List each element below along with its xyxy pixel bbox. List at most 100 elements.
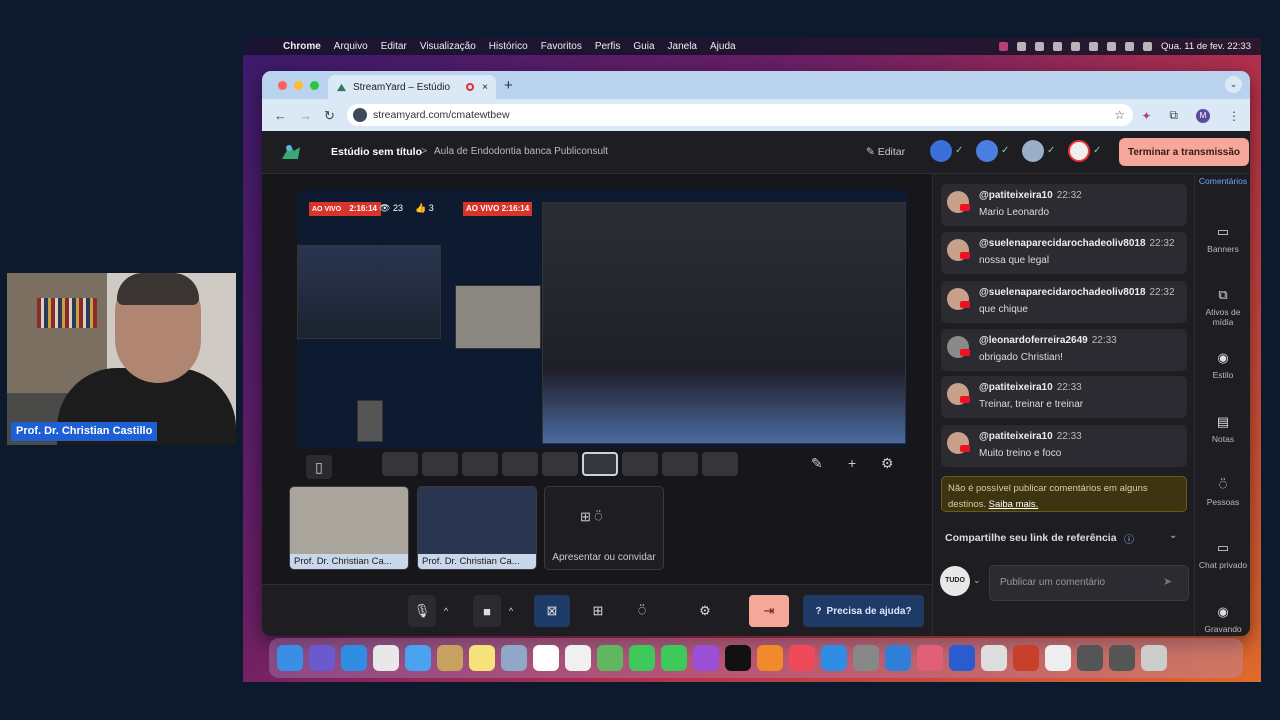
new-tab-button[interactable]: + <box>504 77 513 94</box>
rail-media-assets[interactable]: ⧉ Ativos de mídia <box>1195 287 1250 327</box>
word-icon[interactable] <box>949 645 975 671</box>
tv-icon[interactable] <box>725 645 751 671</box>
app-icon[interactable] <box>981 645 1007 671</box>
finder-icon[interactable] <box>277 645 303 671</box>
rail-banners[interactable]: ▭ Banners <box>1195 224 1250 254</box>
menu-item[interactable]: Janela <box>668 41 697 52</box>
safari-icon[interactable] <box>341 645 367 671</box>
siri-icon[interactable] <box>1143 42 1153 51</box>
chevron-down-icon[interactable]: ⌄ <box>973 575 981 586</box>
tab-streamyard[interactable]: StreamYard – Estúdio × <box>328 75 496 99</box>
reload-icon[interactable]: ↻ <box>324 108 335 124</box>
leave-studio-icon[interactable]: ⇥ <box>749 595 789 627</box>
back-icon[interactable]: ← <box>274 108 287 123</box>
participant-tile[interactable]: Prof. Dr. Christian Ca... <box>417 486 537 570</box>
broadcast-title[interactable]: Aula de Endodontia banca Publiconsult <box>434 146 608 157</box>
chevron-up-icon[interactable]: ^ <box>503 595 519 627</box>
comment-item[interactable]: @suelenaparecidarochadeoliv8018 22:32 nos… <box>941 232 1187 274</box>
comment-item[interactable]: @suelenaparecidarochadeoliv8018 22:32 que… <box>941 281 1187 323</box>
rail-private-chat[interactable]: ▭ Chat privado <box>1195 540 1250 570</box>
status-app-icon[interactable] <box>1053 42 1063 51</box>
edit-button[interactable]: ✎ Editar <box>866 146 905 158</box>
search-icon[interactable] <box>1107 42 1117 51</box>
mail-icon[interactable] <box>405 645 431 671</box>
tab-search-icon[interactable]: ⌄ <box>1225 76 1242 93</box>
maps-icon[interactable] <box>597 645 623 671</box>
photos-icon[interactable] <box>917 645 943 671</box>
keynote-icon[interactable] <box>885 645 911 671</box>
extensions-puzzle-icon[interactable]: ⧉ <box>1169 108 1178 123</box>
layout-solo-button[interactable] <box>382 452 418 476</box>
menu-item[interactable]: Favoritos <box>541 41 582 52</box>
messages-icon[interactable] <box>629 645 655 671</box>
contacts-icon[interactable] <box>437 645 463 671</box>
share-screen-icon[interactable]: ⊞ <box>580 595 616 627</box>
notes-app-icon[interactable] <box>469 645 495 671</box>
launchpad-icon[interactable] <box>309 645 335 671</box>
invite-icon[interactable]: ⍥ <box>624 595 660 627</box>
menu-item[interactable]: Arquivo <box>334 41 368 52</box>
menu-item[interactable]: Visualização <box>420 41 476 52</box>
stop-share-icon[interactable]: ⊠ <box>534 595 570 627</box>
rail-recording[interactable]: ◉ Gravando <box>1195 604 1250 634</box>
menu-item[interactable]: Ajuda <box>710 41 736 52</box>
trash-icon[interactable] <box>1141 645 1167 671</box>
help-button[interactable]: ? Precisa de ajuda? <box>803 595 924 627</box>
status-app-icon[interactable] <box>1017 42 1027 51</box>
plus-icon[interactable]: + <box>848 455 856 471</box>
help-circle-icon[interactable]: ⓘ <box>1124 531 1134 546</box>
menu-item[interactable]: Editar <box>381 41 407 52</box>
microphone-icon[interactable]: 🎙 <box>408 595 436 627</box>
layout-sidebar-button[interactable] <box>582 452 618 476</box>
podcasts-icon[interactable] <box>693 645 719 671</box>
rail-comments[interactable]: Comentários <box>1195 176 1250 186</box>
books-icon[interactable] <box>757 645 783 671</box>
rail-notes[interactable]: ▤ Notas <box>1195 414 1250 444</box>
destination-avatar[interactable] <box>930 140 952 162</box>
menu-item[interactable]: Histórico <box>489 41 528 52</box>
referral-link-toggle[interactable]: Compartilhe seu link de referência <box>945 532 1117 544</box>
rail-style[interactable]: ◉ Estilo <box>1195 350 1250 380</box>
comment-input[interactable]: Publicar um comentário <box>989 565 1189 601</box>
layout-group-button[interactable] <box>462 452 498 476</box>
layout-leader-button[interactable] <box>502 452 538 476</box>
participant-tile[interactable]: Prof. Dr. Christian Ca... <box>289 486 409 570</box>
recent-document-icon[interactable] <box>1109 645 1135 671</box>
destination-avatar[interactable] <box>1022 140 1044 162</box>
destination-avatar[interactable] <box>1068 140 1090 162</box>
destination-avatar[interactable] <box>976 140 998 162</box>
battery-icon[interactable] <box>1071 42 1081 51</box>
layout-split-button[interactable] <box>542 452 578 476</box>
invite-tile[interactable]: ⊞ ⍥ Apresentar ou convidar <box>544 486 664 570</box>
browser-menu-icon[interactable]: ⋮ <box>1228 109 1240 123</box>
profile-avatar[interactable]: M <box>1196 108 1210 123</box>
comment-item[interactable]: @leonardoferreira2649 22:33 obrigado Chri… <box>941 329 1187 371</box>
studio-title[interactable]: Estúdio sem título <box>331 146 422 158</box>
camera-icon[interactable]: ■ <box>473 595 501 627</box>
bookmark-star-icon[interactable]: ☆ <box>1114 108 1125 122</box>
status-app-icon[interactable] <box>999 42 1009 51</box>
minimize-window-icon[interactable] <box>294 81 303 90</box>
recent-document-icon[interactable] <box>1045 645 1071 671</box>
comment-item[interactable]: @patiteixeira10 22:33 Treinar, treinar e … <box>941 376 1187 418</box>
extension-icon[interactable]: ✦ <box>1141 109 1151 123</box>
settings-icon[interactable]: ⚙ <box>687 595 723 627</box>
pencil-icon[interactable]: ✎ <box>811 455 823 472</box>
close-window-icon[interactable] <box>278 81 287 90</box>
comment-destination-avatar[interactable]: TUDO <box>940 566 970 596</box>
site-info-icon[interactable] <box>353 108 367 122</box>
music-icon[interactable] <box>789 645 815 671</box>
layout-full-button[interactable] <box>662 452 698 476</box>
chevron-down-icon[interactable]: ⌄ <box>1169 530 1177 541</box>
comment-item[interactable]: @patiteixeira10 22:33 Muito treino e foco <box>941 425 1187 467</box>
zoom-window-icon[interactable] <box>310 81 319 90</box>
streamyard-logo-icon[interactable] <box>280 141 302 161</box>
control-center-icon[interactable] <box>1125 42 1135 51</box>
layout-empty-button[interactable] <box>702 452 738 476</box>
comment-item[interactable]: @patiteixeira10 22:32 Mario Leonardo <box>941 184 1187 226</box>
app-icon[interactable] <box>501 645 527 671</box>
status-app-icon[interactable] <box>1035 42 1045 51</box>
app-store-icon[interactable] <box>821 645 847 671</box>
reminders-icon[interactable] <box>565 645 591 671</box>
send-icon[interactable]: ➤ <box>1163 575 1172 588</box>
